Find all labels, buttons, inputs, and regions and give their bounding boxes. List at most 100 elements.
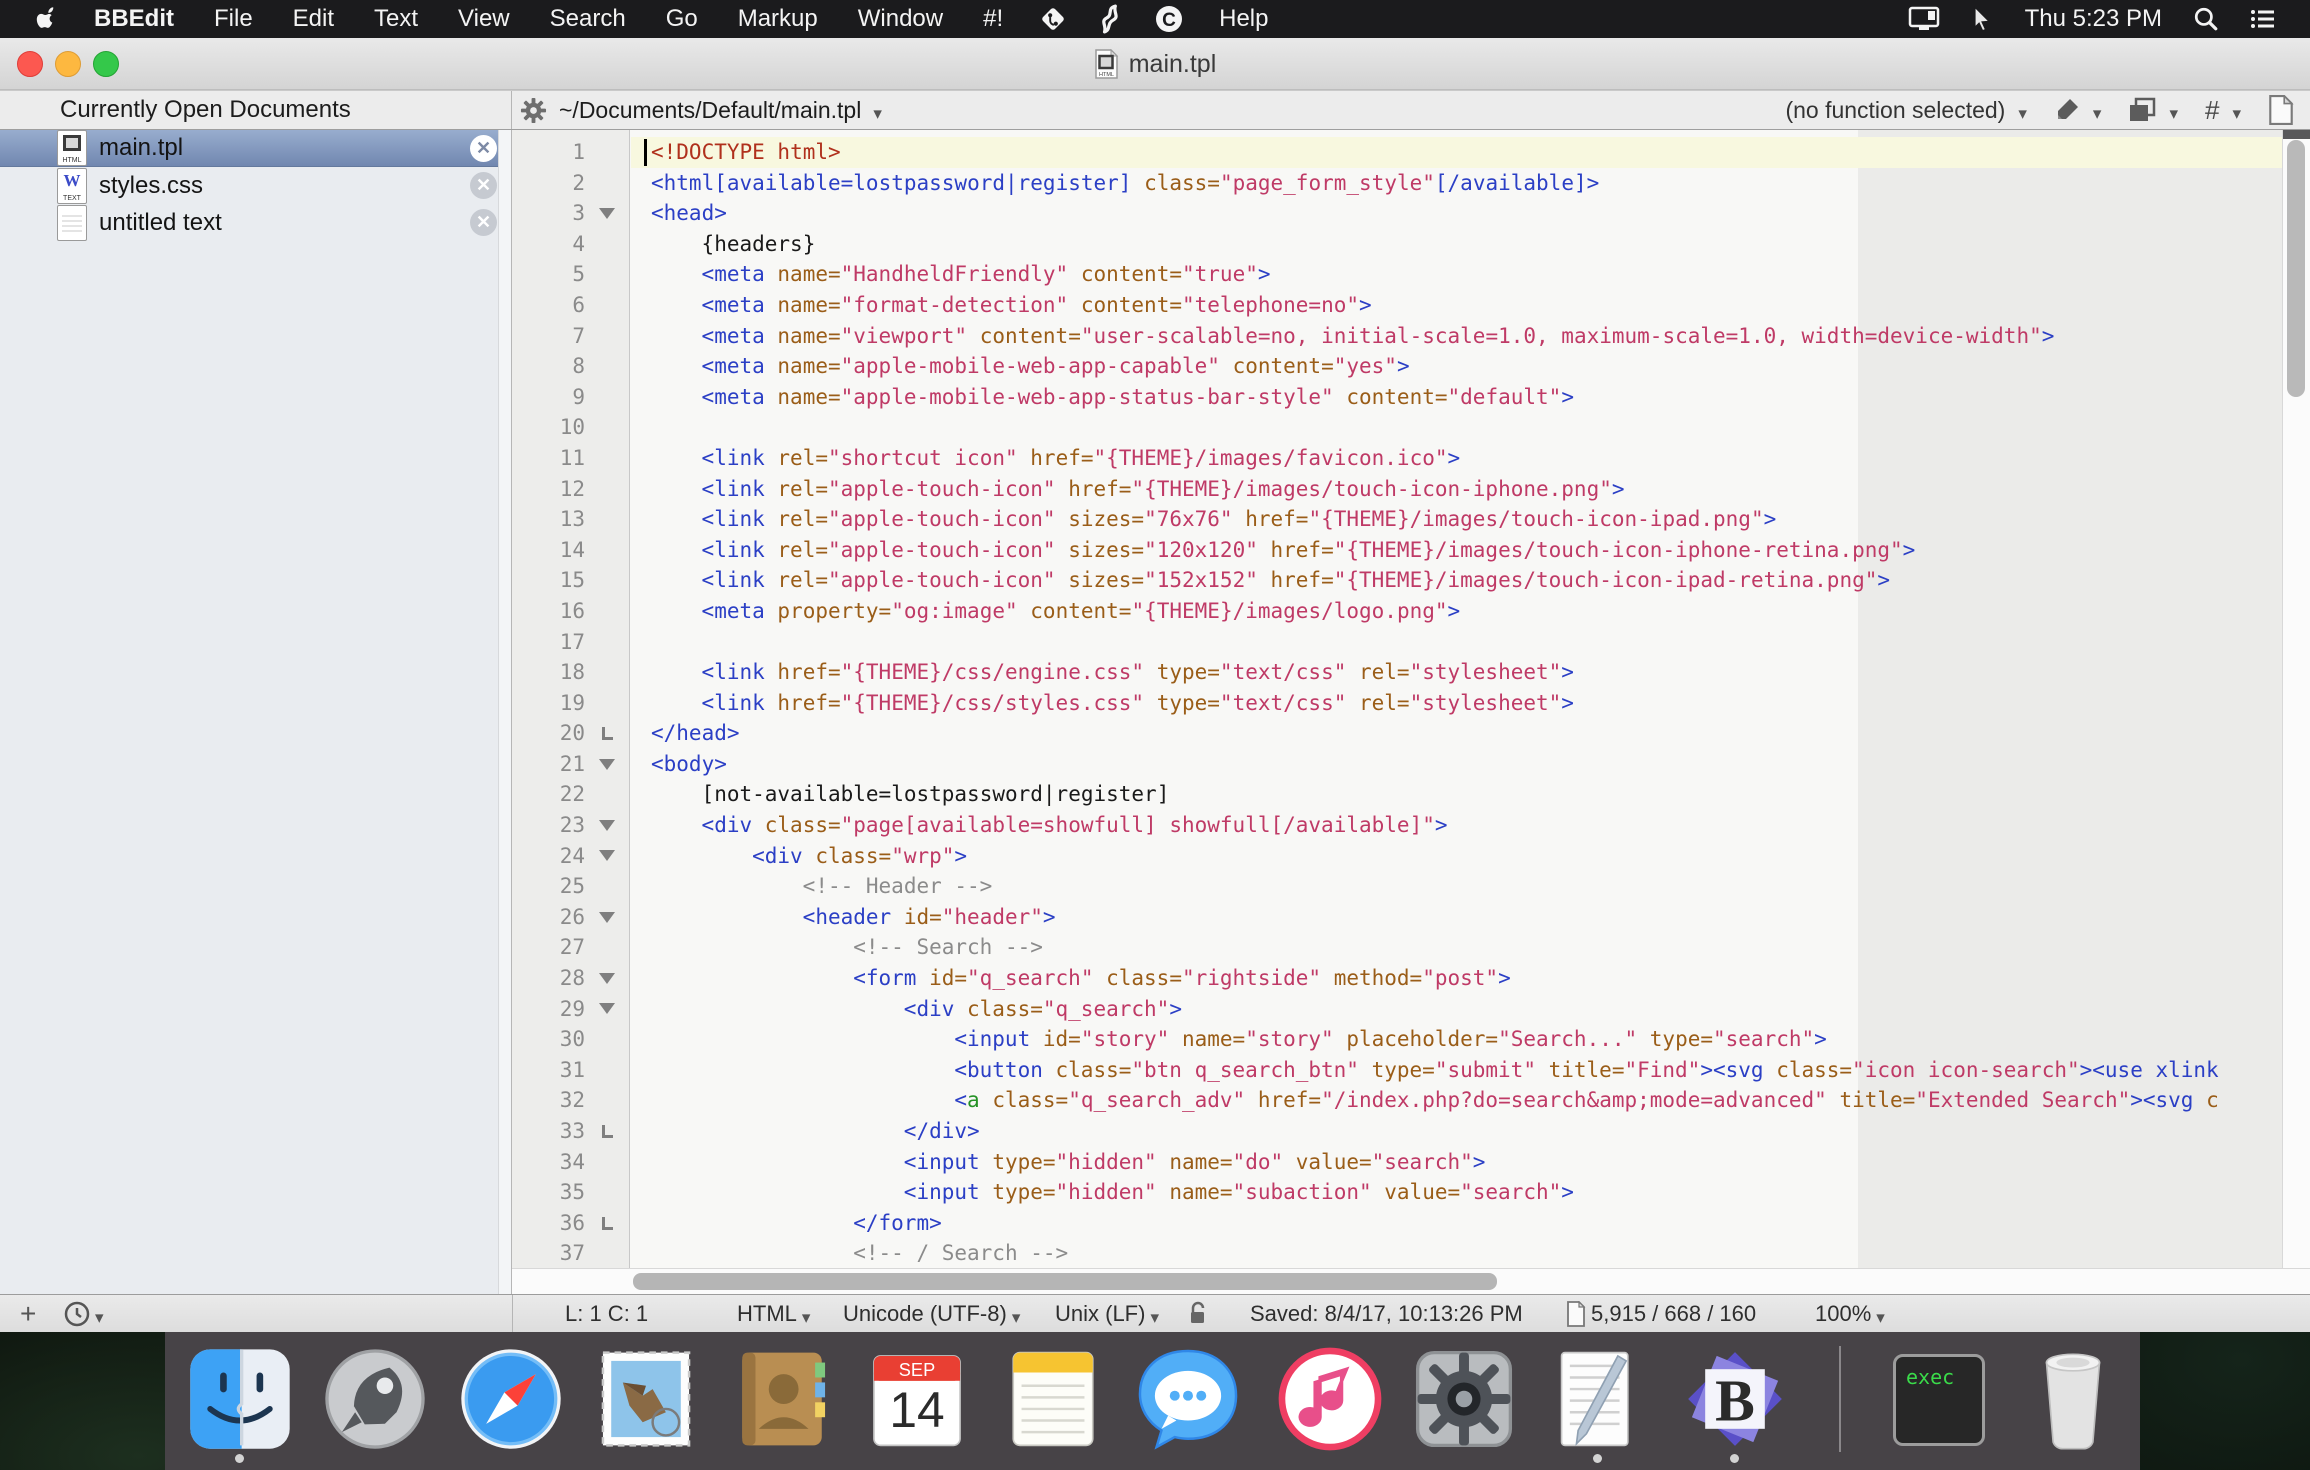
display-menu-extra[interactable]: [1893, 0, 1955, 38]
code-line-1[interactable]: <!DOCTYPE html>: [631, 137, 2282, 168]
function-selector[interactable]: (no function selected): [1785, 97, 2005, 124]
code-line-35[interactable]: <input type="hidden" name="subaction" va…: [631, 1177, 2282, 1208]
code-line-14[interactable]: <link rel="apple-touch-icon" sizes="120x…: [631, 535, 2282, 566]
system-preferences-dock-icon[interactable]: [1411, 1346, 1517, 1452]
encoding-menu[interactable]: Unicode (UTF-8)▾: [843, 1295, 1020, 1332]
fold-triangle-icon[interactable]: [599, 208, 615, 219]
code-line-5[interactable]: <meta name="HandheldFriendly" content="t…: [631, 259, 2282, 290]
messages-dock-icon[interactable]: [1135, 1346, 1241, 1452]
lock-status[interactable]: [1188, 1295, 1208, 1332]
marker-pen-icon[interactable]: [2054, 97, 2080, 123]
code-line-29[interactable]: <div class="q_search">: [631, 994, 2282, 1025]
fold-triangle-icon[interactable]: [599, 820, 615, 831]
code-line-30[interactable]: <input id="story" name="story" placehold…: [631, 1024, 2282, 1055]
title-bar[interactable]: HTML main.tpl: [0, 38, 2310, 90]
sidebar-item-styles-css[interactable]: WTEXTstyles.css✕: [0, 167, 511, 204]
vertical-scrollbar[interactable]: [2282, 130, 2310, 1304]
code-line-34[interactable]: <input type="hidden" name="do" value="se…: [631, 1147, 2282, 1178]
code-line-28[interactable]: <form id="q_search" class="rightside" me…: [631, 963, 2282, 994]
menu-hashbang[interactable]: #!: [963, 0, 1023, 38]
code-line-24[interactable]: <div class="wrp">: [631, 841, 2282, 872]
code-line-22[interactable]: [not-available=lostpassword|register]: [631, 779, 2282, 810]
code-line-33[interactable]: </div>: [631, 1116, 2282, 1147]
fold-triangle-icon[interactable]: [599, 850, 615, 861]
menu-bbedit[interactable]: BBEdit: [74, 0, 194, 38]
code-line-18[interactable]: <link href="{THEME}/css/engine.css" type…: [631, 657, 2282, 688]
menu-window[interactable]: Window: [838, 0, 963, 38]
code-line-21[interactable]: <body>: [631, 749, 2282, 780]
textedit-dock-icon[interactable]: [1545, 1346, 1651, 1452]
code-line-10[interactable]: [631, 412, 2282, 443]
code-line-6[interactable]: <meta name="format-detection" content="t…: [631, 290, 2282, 321]
close-document-icon[interactable]: ✕: [470, 135, 497, 162]
close-document-icon[interactable]: ✕: [470, 209, 497, 236]
documents-stack-icon[interactable]: [2128, 97, 2156, 123]
gear-icon[interactable]: [520, 97, 547, 124]
code-line-26[interactable]: <header id="header">: [631, 902, 2282, 933]
horizontal-scrollbar[interactable]: [512, 1268, 2310, 1294]
code-line-11[interactable]: <link rel="shortcut icon" href="{THEME}/…: [631, 443, 2282, 474]
vertical-scrollbar-thumb[interactable]: [2287, 140, 2305, 397]
menu-file[interactable]: File: [194, 0, 273, 38]
menu-view[interactable]: View: [438, 0, 530, 38]
recent-documents-menu[interactable]: ▾: [64, 1295, 104, 1332]
trash-dock-icon[interactable]: [2020, 1346, 2126, 1452]
menu-text[interactable]: Text: [354, 0, 438, 38]
code-line-32[interactable]: <a class="q_search_adv" href="/index.php…: [631, 1085, 2282, 1116]
sidebar-item-main-tpl[interactable]: HTMLmain.tpl✕: [0, 130, 511, 167]
code-line-31[interactable]: <button class="btn q_search_btn" type="s…: [631, 1055, 2282, 1086]
notes-dock-icon[interactable]: [1000, 1346, 1106, 1452]
itunes-dock-icon[interactable]: [1277, 1346, 1383, 1452]
sidebar-scrollbar[interactable]: [498, 130, 511, 1294]
menu-edit[interactable]: Edit: [273, 0, 354, 38]
document-proxy-icon[interactable]: HTML: [1094, 49, 1119, 79]
hash-menu[interactable]: #: [2205, 95, 2219, 126]
code-line-2[interactable]: <html[available=lostpassword|register] c…: [631, 168, 2282, 199]
code-line-19[interactable]: <link href="{THEME}/css/styles.css" type…: [631, 688, 2282, 719]
fold-triangle-icon[interactable]: [599, 973, 615, 984]
zoom-menu[interactable]: 100%▾: [1815, 1295, 1885, 1332]
language-menu[interactable]: HTML▾: [737, 1295, 810, 1332]
sidebar-item-untitled-text[interactable]: untitled text✕: [0, 204, 511, 241]
close-document-icon[interactable]: ✕: [470, 172, 497, 199]
code-line-23[interactable]: <div class="page[available=showfull] sho…: [631, 810, 2282, 841]
code-line-27[interactable]: <!-- Search -->: [631, 932, 2282, 963]
code-lines[interactable]: <!DOCTYPE html><html[available=lostpassw…: [631, 137, 2282, 1269]
fold-triangle-icon[interactable]: [599, 759, 615, 770]
launchpad-dock-icon[interactable]: [322, 1346, 428, 1452]
new-document-icon[interactable]: [2268, 95, 2294, 125]
code-line-37[interactable]: <!-- / Search -->: [631, 1238, 2282, 1269]
code-line-25[interactable]: <!-- Header -->: [631, 871, 2282, 902]
path-dropdown[interactable]: ~/Documents/Default/main.tpl ▾: [520, 91, 882, 129]
calendar-dock-icon[interactable]: SEP 14: [864, 1346, 970, 1452]
code-line-13[interactable]: <link rel="apple-touch-icon" sizes="76x7…: [631, 504, 2282, 535]
code-line-16[interactable]: <meta property="og:image" content="{THEM…: [631, 596, 2282, 627]
notification-center-menu[interactable]: [2234, 0, 2292, 38]
cursor-menu-extra[interactable]: [1955, 0, 2009, 38]
code-line-4[interactable]: {headers}: [631, 229, 2282, 260]
menu-scripts[interactable]: [1083, 0, 1139, 38]
apple-menu[interactable]: [22, 5, 74, 33]
menu-help[interactable]: Help: [1199, 0, 1288, 38]
code-line-20[interactable]: </head>: [631, 718, 2282, 749]
menu-c-circle[interactable]: C: [1139, 0, 1199, 38]
exec-dock-icon[interactable]: exec: [1893, 1354, 1985, 1446]
code-area[interactable]: <!DOCTYPE html><html[available=lostpassw…: [631, 130, 2282, 1304]
menu-markup[interactable]: Markup: [718, 0, 838, 38]
code-line-15[interactable]: <link rel="apple-touch-icon" sizes="152x…: [631, 565, 2282, 596]
code-line-17[interactable]: [631, 627, 2282, 658]
fold-triangle-icon[interactable]: [599, 1003, 615, 1014]
mail-dock-icon[interactable]: [593, 1346, 699, 1452]
horizontal-scrollbar-thumb[interactable]: [633, 1273, 1497, 1290]
clock-menu[interactable]: Thu 5:23 PM: [2009, 0, 2178, 38]
code-line-3[interactable]: <head>: [631, 198, 2282, 229]
menu-search[interactable]: Search: [530, 0, 646, 38]
code-line-8[interactable]: <meta name="apple-mobile-web-app-capable…: [631, 351, 2282, 382]
code-line-7[interactable]: <meta name="viewport" content="user-scal…: [631, 321, 2282, 352]
fold-triangle-icon[interactable]: [599, 912, 615, 923]
add-button[interactable]: +: [20, 1295, 36, 1332]
finder-dock-icon[interactable]: [187, 1346, 293, 1452]
spotlight-menu[interactable]: [2178, 0, 2234, 38]
menu-git[interactable]: [1023, 0, 1083, 38]
code-line-12[interactable]: <link rel="apple-touch-icon" href="{THEM…: [631, 474, 2282, 505]
